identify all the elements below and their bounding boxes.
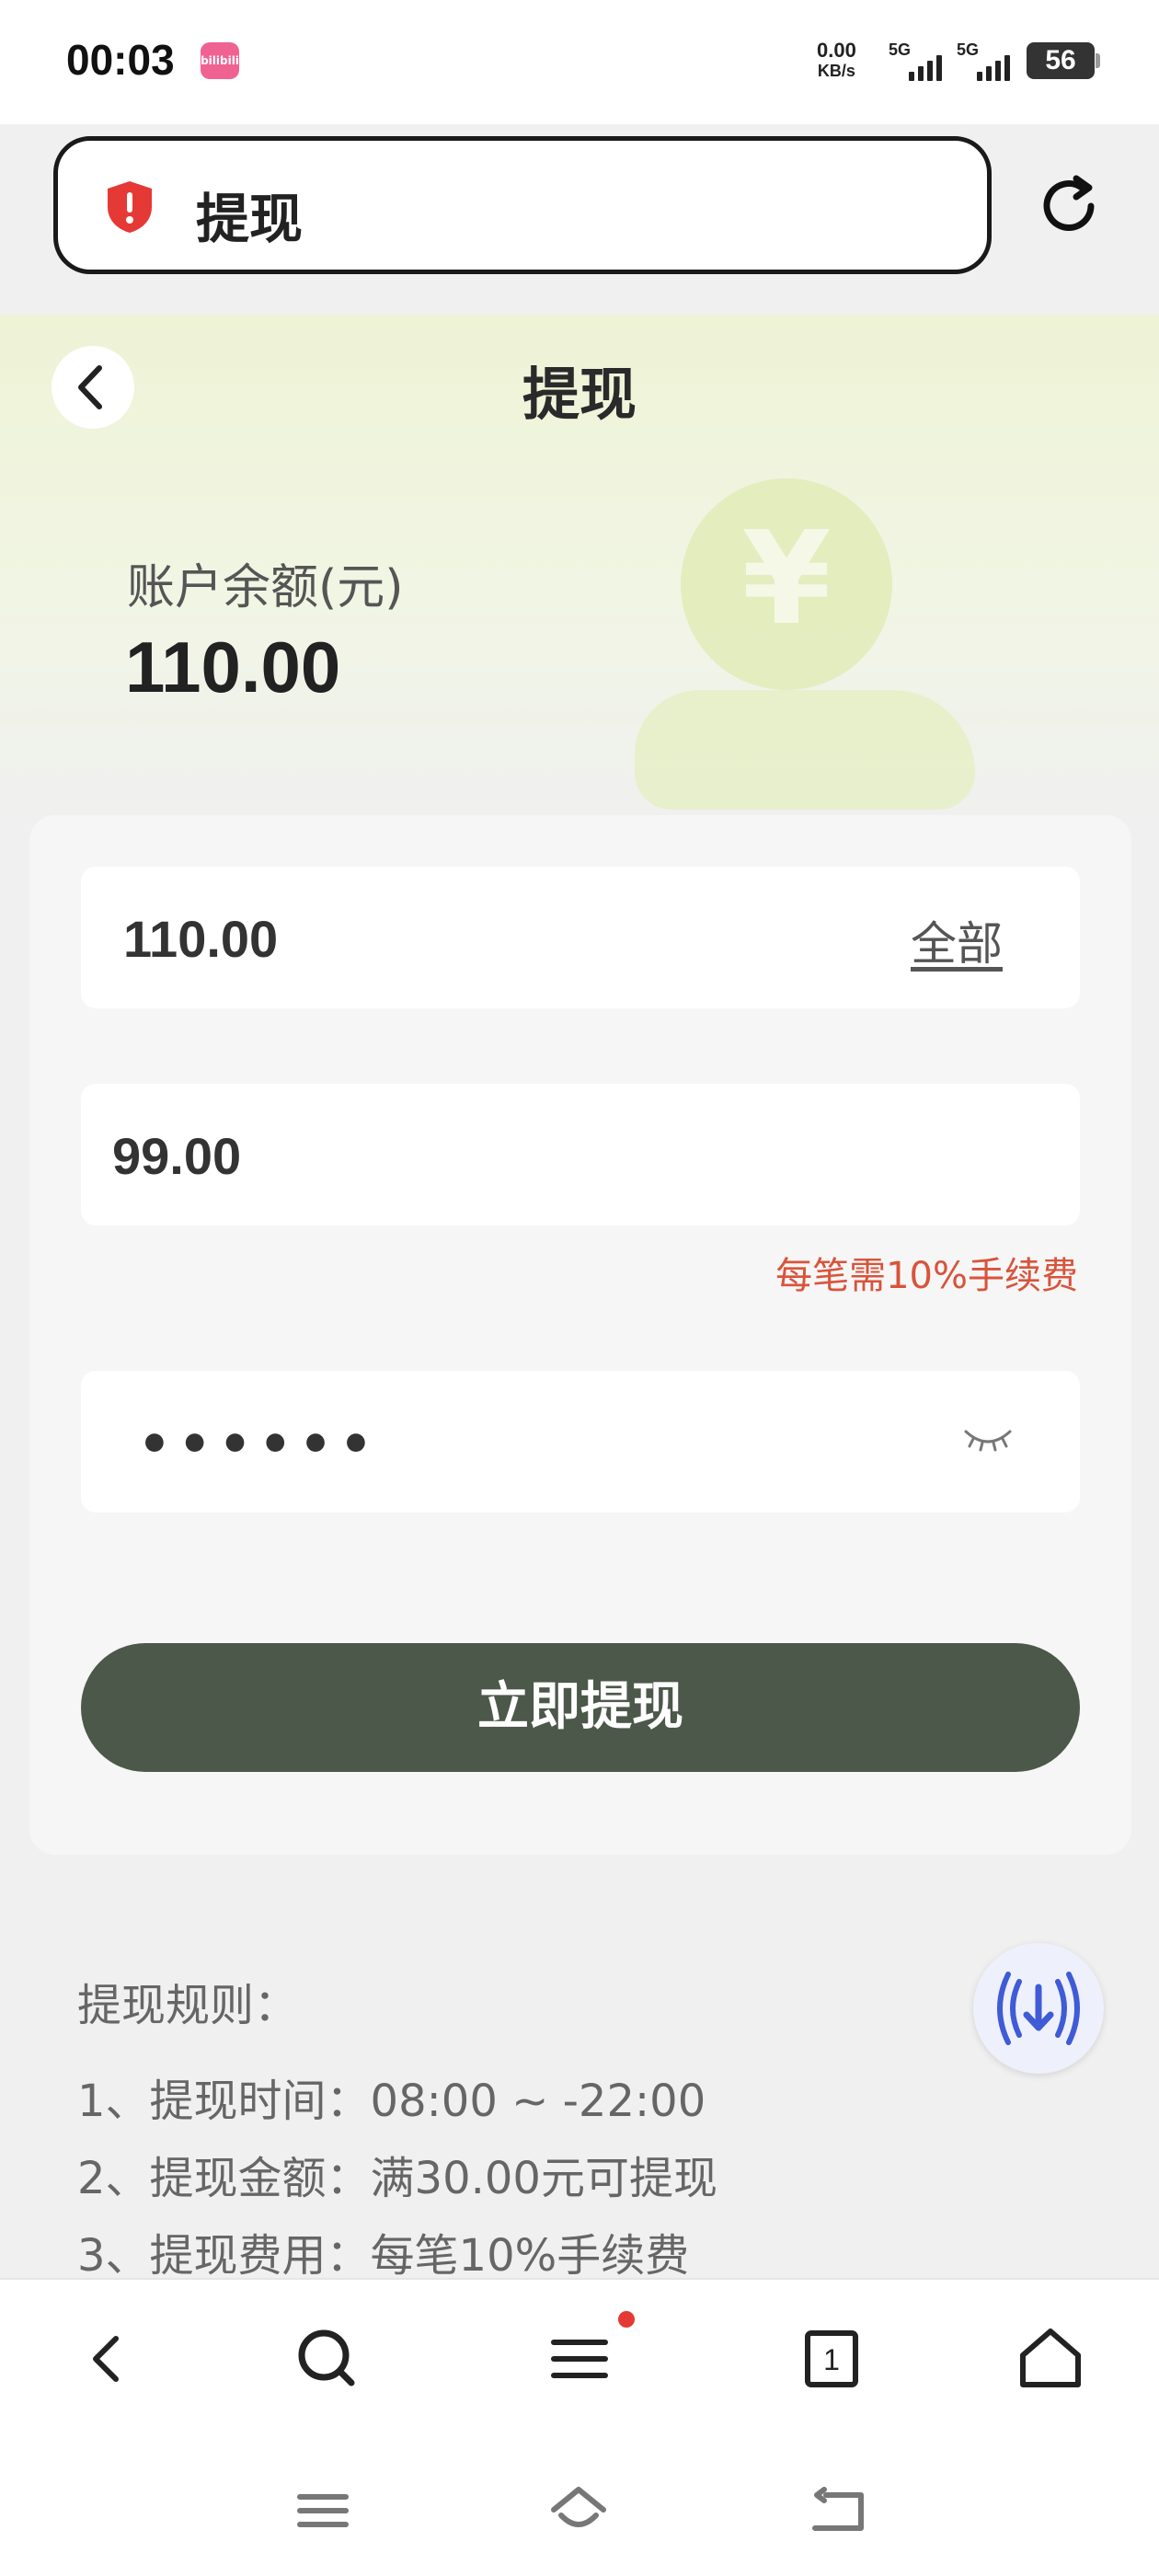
back-arrow-icon[interactable]: [72, 2322, 145, 2396]
rule-item: 2、提现金额：满30.00元可提现: [77, 2153, 717, 2204]
actual-amount-value: 99.00: [112, 1127, 242, 1185]
download-float-button[interactable]: [973, 1943, 1104, 2074]
refresh-icon[interactable]: [1034, 171, 1104, 241]
download-icon: [997, 1972, 1080, 2045]
battery-icon: 56: [1027, 42, 1100, 79]
back-icon[interactable]: [806, 2478, 870, 2543]
signal-type-label: 5G: [957, 40, 980, 59]
withdraw-amount-input[interactable]: 110.00: [123, 909, 278, 969]
recent-apps-icon[interactable]: [291, 2478, 355, 2543]
fee-note: 每笔需10%手续费: [775, 1255, 1078, 1297]
bilibili-app-icon: bilibili: [201, 42, 239, 79]
balance-value: 110.00: [125, 627, 341, 707]
menu-notification-dot: [618, 2311, 635, 2328]
balance-label: 账户余额(元): [127, 560, 404, 615]
signal-type-label: 5G: [889, 40, 912, 59]
rules-title: 提现规则：: [77, 1980, 299, 2031]
rule-item: 3、提现费用：每笔10%手续费: [77, 2230, 690, 2282]
network-speed-unit: KB/s: [817, 62, 855, 80]
rule-item: 1、提现时间：08:00 ~ -22:00: [77, 2076, 706, 2127]
yen-icon: ¥: [741, 504, 832, 654]
home-icon[interactable]: [546, 2478, 611, 2543]
eye-closed-icon[interactable]: [962, 1424, 1014, 1455]
hand-illustration: [635, 690, 975, 810]
status-bar: 00:03 bilibili 0.00 KB/s 5G 5G 56: [0, 0, 1159, 124]
network-speed-value: 0.00: [817, 39, 856, 62]
actual-amount-field: 99.00: [81, 1084, 1080, 1225]
home-icon[interactable]: [1014, 2322, 1087, 2396]
signal-icon: 5G: [889, 40, 962, 83]
withdraw-amount-field[interactable]: 110.00 全部: [81, 867, 1080, 1008]
withdraw-all-link[interactable]: 全部: [911, 907, 1003, 973]
password-field[interactable]: ••••••: [81, 1371, 1080, 1512]
menu-icon[interactable]: [543, 2322, 616, 2396]
tabs-icon[interactable]: 1: [795, 2322, 868, 2396]
network-speed: 0.00 KB/s: [817, 40, 856, 81]
address-bar[interactable]: 提现: [53, 136, 992, 274]
shield-warning-icon: [108, 181, 152, 233]
search-icon[interactable]: [291, 2322, 364, 2396]
status-time: 00:03: [66, 36, 175, 84]
withdraw-submit-button[interactable]: 立即提现: [81, 1643, 1080, 1772]
signal-icon: 5G: [957, 40, 1030, 83]
page-title: 提现: [522, 361, 637, 428]
tab-count: 1: [823, 2343, 840, 2376]
password-input[interactable]: ••••••: [138, 1415, 380, 1475]
address-title: 提现: [196, 188, 304, 250]
